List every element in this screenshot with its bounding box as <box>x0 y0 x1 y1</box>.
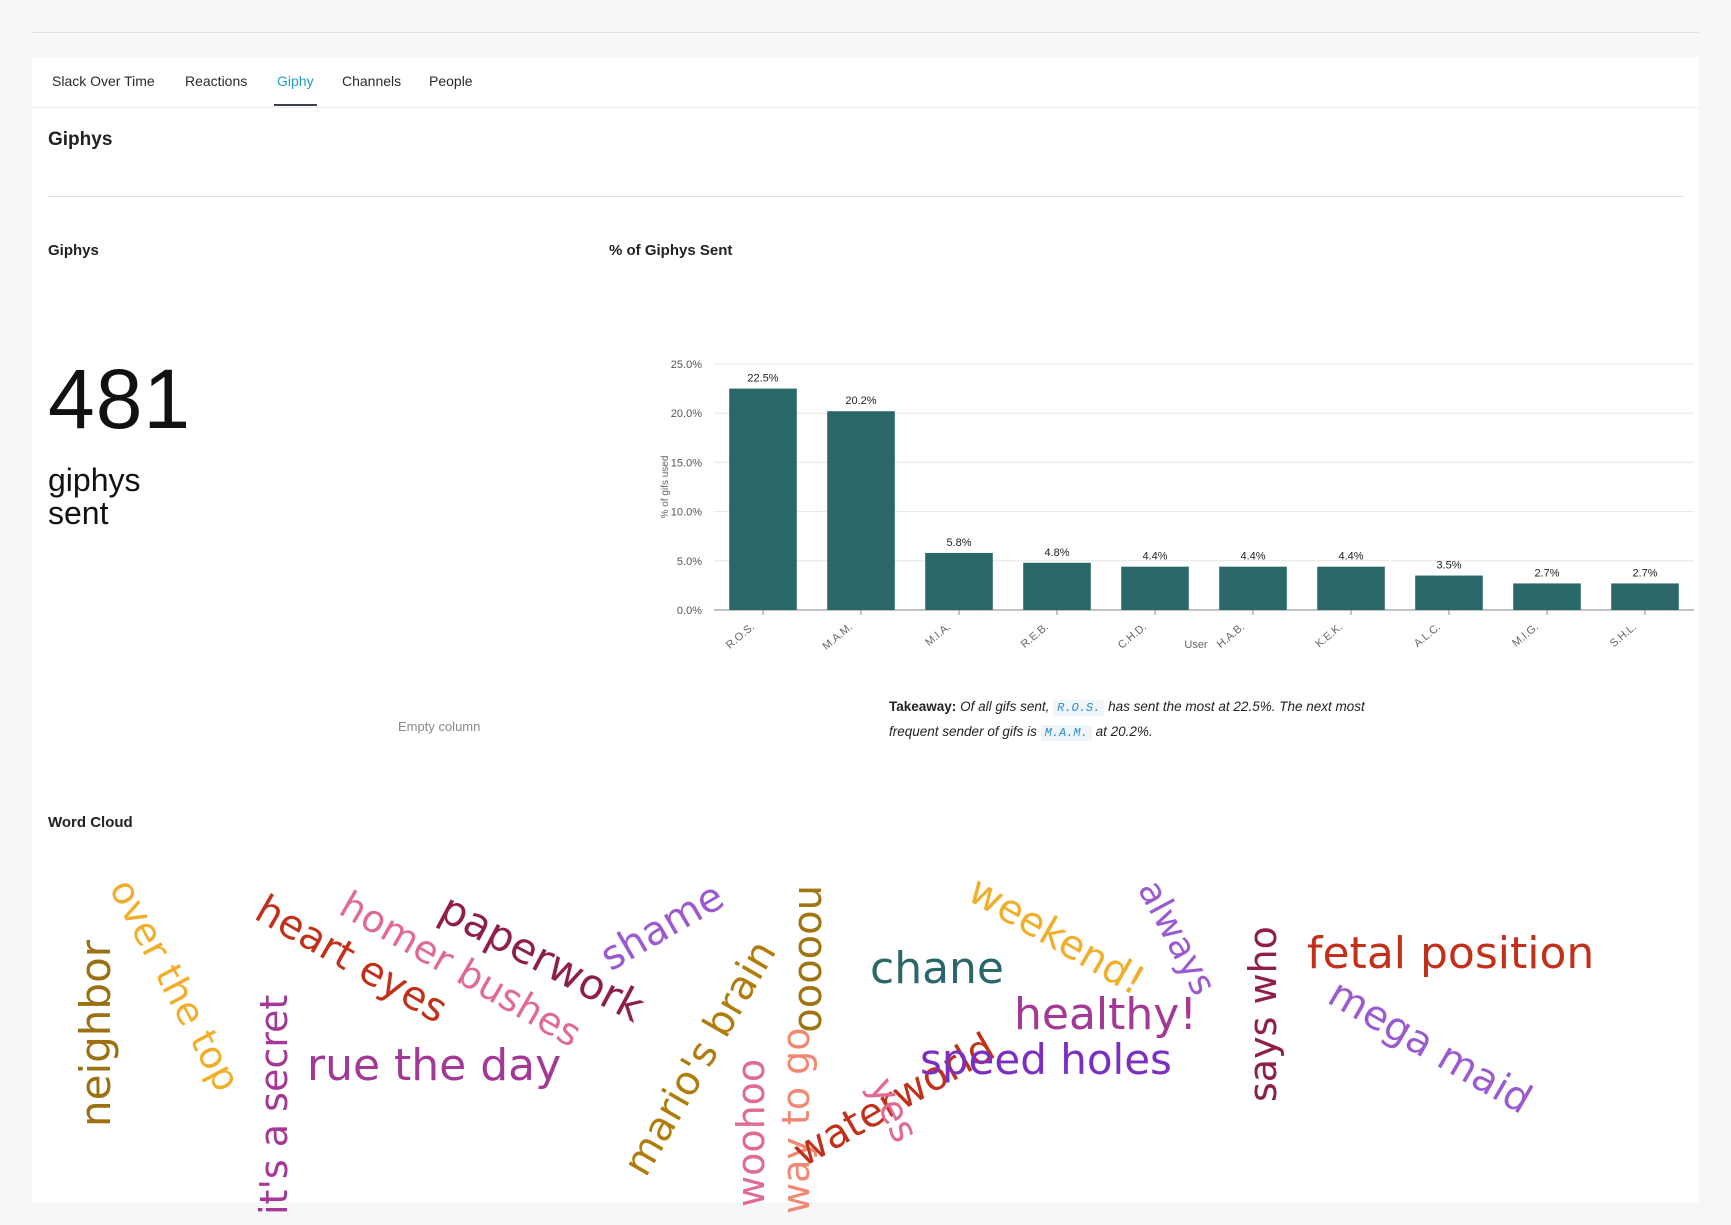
takeaway-user-2: M.A.M. <box>1040 725 1092 741</box>
bar-data-label: 22.5% <box>747 373 778 385</box>
cloud-word: woohoo <box>729 1058 773 1207</box>
bar <box>1611 583 1679 610</box>
x-tick-label: C.H.D. <box>1116 621 1149 651</box>
takeaway-user-1: R.O.S. <box>1053 700 1105 716</box>
x-tick-label: A.L.C. <box>1412 621 1443 650</box>
bar-data-label: 20.2% <box>845 395 876 407</box>
bar <box>1415 575 1483 610</box>
chart-heading: % of Giphys Sent <box>609 242 733 259</box>
bar-data-label: 2.7% <box>1534 567 1559 579</box>
section-title: Giphys <box>48 129 113 150</box>
y-tick-label: 10.0% <box>671 507 702 519</box>
bar <box>1513 583 1581 610</box>
y-tick-label: 25.0% <box>671 359 702 371</box>
x-tick-label: M.I.G. <box>1510 621 1541 649</box>
tab-bar: Slack Over Time Reactions Giphy Channels… <box>32 57 1699 108</box>
cloud-word: fetal position <box>1307 928 1595 979</box>
bar-data-label: 2.7% <box>1632 567 1657 579</box>
cloud-word: chane <box>870 943 1004 994</box>
section-divider <box>48 196 1683 197</box>
takeaway-text-3: at 20.2%. <box>1095 724 1153 739</box>
stat-heading: Giphys <box>48 242 99 259</box>
cloud-word: says who <box>1241 926 1285 1102</box>
x-tick-label: K.E.K. <box>1313 621 1345 650</box>
takeaway-note: Takeaway: Of all gifs sent, R.O.S. has s… <box>889 699 1365 741</box>
cloud-word: mega maid <box>1320 970 1540 1124</box>
bar-data-label: 5.8% <box>946 537 971 549</box>
bar <box>1023 562 1091 610</box>
bar-data-label: 4.4% <box>1240 551 1265 563</box>
takeaway-label: Takeaway <box>889 699 952 714</box>
x-tick-label: M.I.A. <box>923 621 953 649</box>
x-tick-label: S.H.L. <box>1608 621 1639 650</box>
cloud-word: neighbor <box>71 939 120 1127</box>
bar <box>1219 566 1287 610</box>
tab-reactions[interactable]: Reactions <box>185 73 247 106</box>
dashboard-card: Slack Over Time Reactions Giphy Channels… <box>32 57 1699 1215</box>
x-tick-label: R.O.S. <box>724 621 757 651</box>
giphy-count: 481 <box>48 352 192 446</box>
tab-giphy[interactable]: Giphy <box>274 73 317 106</box>
cloud-word: nooooo <box>789 885 835 1033</box>
bar <box>827 411 895 610</box>
tab-slack-over-time[interactable]: Slack Over Time <box>52 73 155 106</box>
cloud-word: rue the day <box>307 1040 562 1091</box>
giphy-count-label-line1: giphys <box>48 462 141 498</box>
tab-channels[interactable]: Channels <box>342 73 401 106</box>
bar-data-label: 4.4% <box>1338 551 1363 563</box>
y-axis-label: % of gifs used <box>660 456 671 519</box>
x-axis-label: User <box>1184 639 1208 651</box>
cloud-word: always <box>1129 873 1224 1003</box>
giphy-count-label-line2: sent <box>48 495 109 531</box>
x-tick-label: M.A.M. <box>821 621 855 653</box>
bar-data-label: 4.4% <box>1142 551 1167 563</box>
y-tick-label: 15.0% <box>671 457 702 469</box>
empty-column-placeholder: Empty column <box>398 719 481 734</box>
giphy-bar-chart-container: 0.0% 5.0% 10.0% 15.0% 20.0% 25.0% % of gifs us… <box>624 287 1699 667</box>
bar-data-label: 4.8% <box>1044 547 1069 559</box>
y-tick-label: 20.0% <box>671 408 702 420</box>
y-tick-label: 5.0% <box>677 556 702 568</box>
x-tick-label: H.A.B. <box>1215 621 1247 651</box>
takeaway-text-1: Of all gifs sent, <box>960 699 1050 714</box>
bar <box>1317 566 1385 610</box>
giphy-count-label: giphys sent <box>48 464 208 530</box>
cloud-word: way to go <box>774 1027 818 1214</box>
bar <box>729 388 797 610</box>
bar-data-label: 3.5% <box>1436 560 1461 572</box>
cloud-word: shame <box>592 873 732 981</box>
y-tick-label: 0.0% <box>677 605 702 617</box>
cloud-word: speed holes <box>920 1035 1172 1084</box>
giphy-bar-chart: 0.0% 5.0% 10.0% 15.0% 20.0% 25.0% % of gifs us… <box>660 359 1694 653</box>
tab-people[interactable]: People <box>429 73 473 106</box>
bar <box>925 552 993 610</box>
x-tick-label: R.E.B. <box>1019 621 1051 651</box>
cloud-word: healthy! <box>1014 989 1197 1040</box>
bar <box>1121 566 1189 610</box>
top-divider <box>32 32 1699 33</box>
word-cloud: neighbor over the top it's a secret hear… <box>32 807 1699 1215</box>
cloud-word: it's a secret <box>252 994 296 1215</box>
cloud-word: over the top <box>100 871 250 1099</box>
